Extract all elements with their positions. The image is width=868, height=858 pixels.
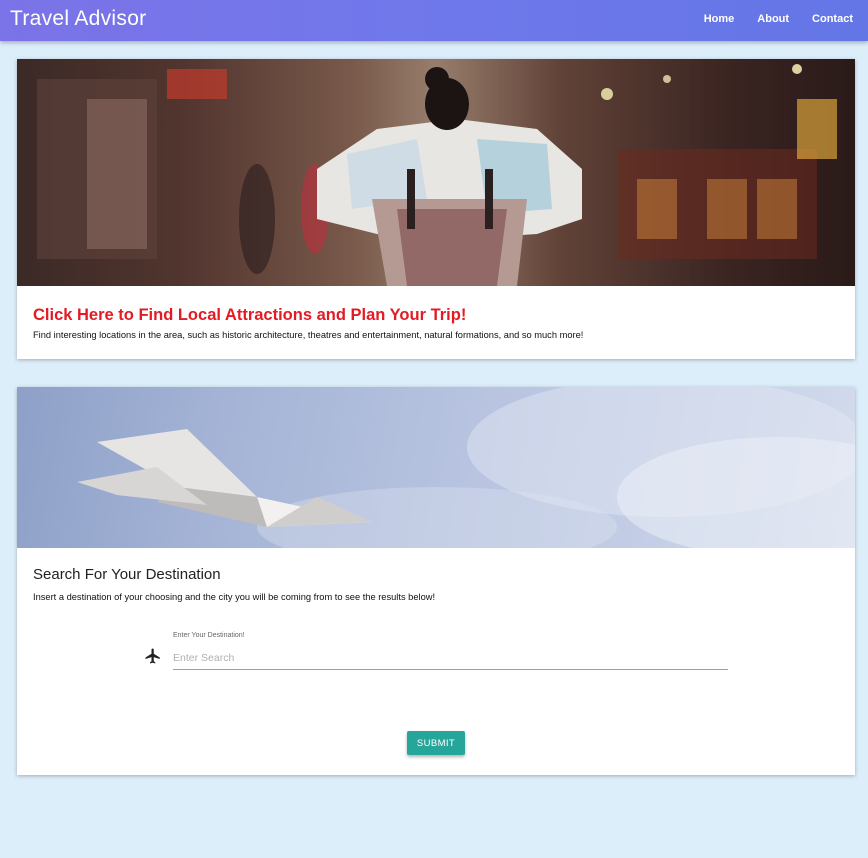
nav-contact-link[interactable]: Contact <box>812 13 853 25</box>
nav-about-link[interactable]: About <box>757 13 789 25</box>
paper-airplane-photo <box>17 387 855 548</box>
search-section-description: Insert a destination of your choosing an… <box>33 592 436 602</box>
find-attractions-link[interactable]: Click Here to Find Local Attractions and… <box>33 306 466 325</box>
nav-home-link[interactable]: Home <box>704 13 735 25</box>
attractions-card: Click Here to Find Local Attractions and… <box>17 59 855 359</box>
brand-title[interactable]: Travel Advisor <box>10 7 146 31</box>
top-nav-bar: Travel Advisor Home About Contact <box>0 0 868 41</box>
submit-button[interactable]: SUBMIT <box>407 731 465 755</box>
destination-search-input[interactable] <box>173 646 728 670</box>
destination-search-card: Search For Your Destination Insert a des… <box>17 387 855 775</box>
search-section-title: Search For Your Destination <box>33 566 221 583</box>
airplane-icon <box>145 648 160 664</box>
destination-field-label: Enter Your Destination! <box>173 632 245 639</box>
nav-links: Home About Contact <box>681 13 853 25</box>
market-traveler-photo[interactable] <box>17 59 855 286</box>
attractions-description: Find interesting locations in the area, … <box>33 330 584 340</box>
